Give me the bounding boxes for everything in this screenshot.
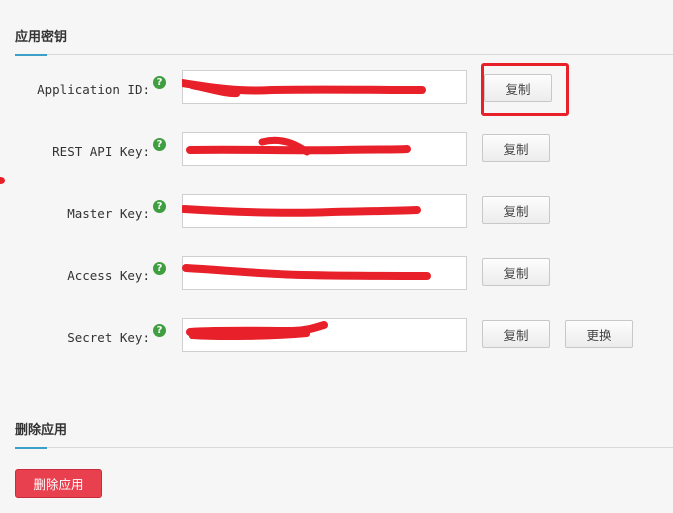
secret-key-label: Secret Key: [67,330,150,345]
master-key-field[interactable] [182,194,467,228]
help-icon[interactable]: ? [153,324,166,337]
rest-api-key-label: REST API Key: [52,144,150,159]
secret-key-row: Secret Key: ? 复制 更换 [0,318,673,354]
delete-app-button[interactable]: 删除应用 [15,469,102,498]
app-keys-divider [15,54,673,56]
access-key-label: Access Key: [67,268,150,283]
help-icon[interactable]: ? [153,138,166,151]
access-key-row: Access Key: ? 复制 [0,256,673,292]
app-keys-title: 应用密钥 [15,30,68,45]
divider-accent [15,54,47,56]
access-key-field[interactable] [182,256,467,290]
secret-key-field[interactable] [182,318,467,352]
rest-api-key-field[interactable] [182,132,467,166]
help-icon[interactable]: ? [153,76,166,89]
copy-access-key-button[interactable]: 复制 [482,258,550,286]
master-key-label: Master Key: [67,206,150,221]
delete-app-title: 删除应用 [15,423,68,438]
reset-secret-key-button[interactable]: 更换 [565,320,633,348]
master-key-row: Master Key: ? 复制 [0,194,673,230]
help-icon[interactable]: ? [153,262,166,275]
application-id-row: Application ID: ? 复制 [0,70,673,106]
copy-master-key-button[interactable]: 复制 [482,196,550,224]
annotation-mark [0,177,5,184]
application-id-field[interactable] [182,70,467,104]
delete-app-divider [15,447,673,449]
application-id-label: Application ID: [37,82,150,97]
rest-api-key-row: REST API Key: ? 复制 [0,132,673,168]
divider-accent [15,447,47,449]
copy-application-id-button[interactable]: 复制 [484,74,552,102]
copy-rest-api-key-button[interactable]: 复制 [482,134,550,162]
help-icon[interactable]: ? [153,200,166,213]
copy-secret-key-button[interactable]: 复制 [482,320,550,348]
